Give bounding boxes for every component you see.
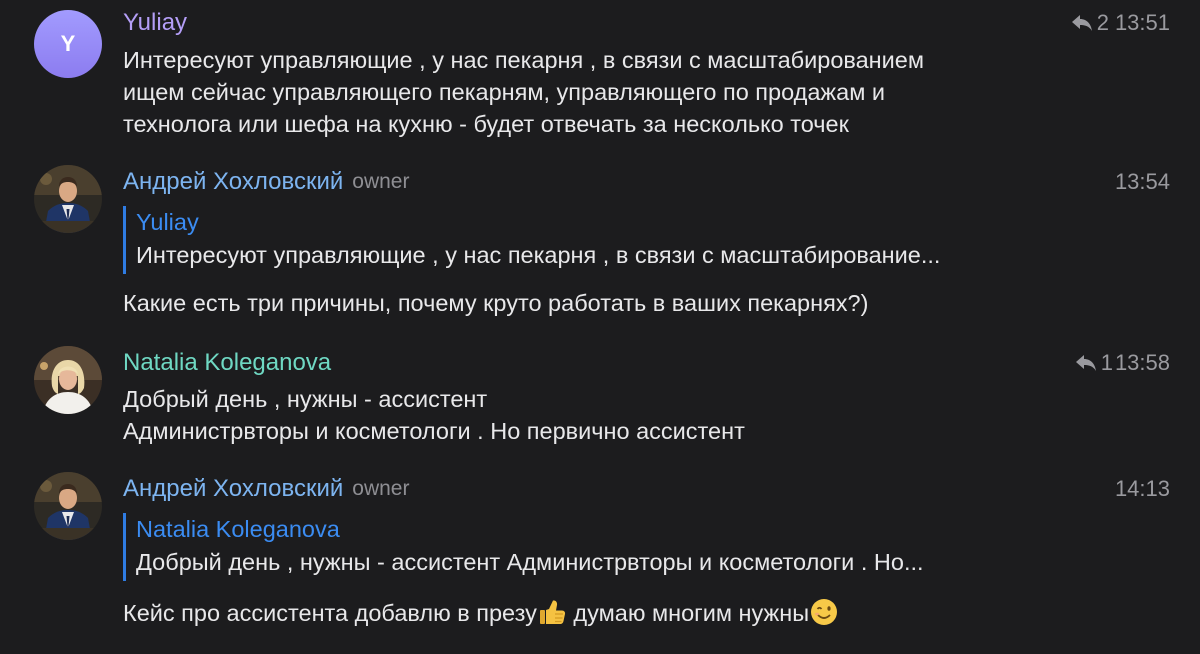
message-andrey-2[interactable]: Андрей Хохловский owner 14:13 Natalia Ko… [0, 467, 1200, 654]
reply-arrow-icon[interactable] [1070, 13, 1094, 33]
message-line: Кейс про ассистента добавлю в презу дума… [123, 597, 839, 629]
man-in-suit-avatar [34, 472, 102, 540]
reply-arrow-icon[interactable] [1074, 353, 1098, 373]
message-meta: 1 13:58 [1074, 349, 1170, 377]
message-andrey-1[interactable]: Андрей Хохловский owner 13:54 Yuliay Инт… [0, 160, 1200, 335]
author-name[interactable]: Андрей Хохловский [123, 168, 343, 196]
message-time: 13:58 [1114, 350, 1170, 375]
message-meta: 13:54 [1115, 168, 1170, 196]
author-name[interactable]: Андрей Хохловский [123, 475, 343, 503]
message-yuliay[interactable]: Y Yuliay 2 13:51 Интересуют управляющие … [0, 0, 1200, 160]
message-line: Интересуют управляющие , у нас пекарня ,… [123, 47, 925, 73]
message-line: Добрый день , нужны - ассистент [123, 386, 488, 412]
avatar-letter: Y [60, 31, 76, 56]
message-time: 13:54 [1114, 169, 1170, 194]
message-segment: Кейс про ассистента добавлю в презу [123, 600, 537, 626]
quote-author: Yuliay [136, 209, 199, 235]
reply-quote[interactable]: Yuliay Интересуют управляющие , у нас пе… [123, 206, 1096, 274]
role-badge: owner [352, 477, 410, 500]
man-in-suit-avatar [34, 165, 102, 233]
message-time: 13:51 [1114, 10, 1170, 35]
quote-author: Natalia Koleganova [136, 516, 340, 542]
message-natalia[interactable]: Natalia Koleganova 1 13:58 Добрый день ,… [0, 335, 1200, 465]
message-meta: 2 13:51 [1070, 9, 1170, 37]
avatar-natalia[interactable] [34, 346, 102, 414]
reply-quote[interactable]: Natalia Koleganova Добрый день , нужны -… [123, 513, 1096, 581]
thumbs-up-icon [537, 597, 567, 627]
winking-face-icon [809, 597, 839, 627]
role-badge: owner [352, 170, 410, 193]
message-meta: 14:13 [1115, 475, 1170, 503]
message-text: Кейс про ассистента добавлю в презу дума… [123, 597, 839, 629]
reply-count[interactable]: 2 [1097, 9, 1109, 37]
message-text: Интересуют управляющие , у нас пекарня ,… [123, 44, 924, 140]
message-line: ищем сейчас управляющего пекарням, управ… [123, 79, 886, 105]
reply-count[interactable]: 1 [1101, 349, 1113, 377]
message-text: Какие есть три причины, почему круто раб… [123, 287, 868, 319]
message-segment: думаю многим нужны [566, 600, 810, 626]
author-name[interactable]: Yuliay [123, 9, 187, 37]
message-text: Добрый день , нужны - ассистент Админист… [123, 383, 745, 447]
message-time: 14:13 [1114, 476, 1170, 501]
blonde-woman-avatar [34, 346, 102, 414]
quote-text: Добрый день , нужны - ассистент Админист… [136, 549, 924, 575]
avatar-andrey[interactable] [34, 472, 102, 540]
avatar-andrey[interactable] [34, 165, 102, 233]
message-line: Администрвторы и косметологи . Но первич… [123, 418, 745, 444]
message-line: Какие есть три причины, почему круто раб… [123, 290, 869, 316]
avatar-yuliay[interactable]: Y [34, 10, 102, 78]
author-name[interactable]: Natalia Koleganova [123, 349, 331, 377]
message-line: технолога или шефа на кухню - будет отве… [123, 111, 849, 137]
quote-text: Интересуют управляющие , у нас пекарня ,… [136, 242, 941, 268]
